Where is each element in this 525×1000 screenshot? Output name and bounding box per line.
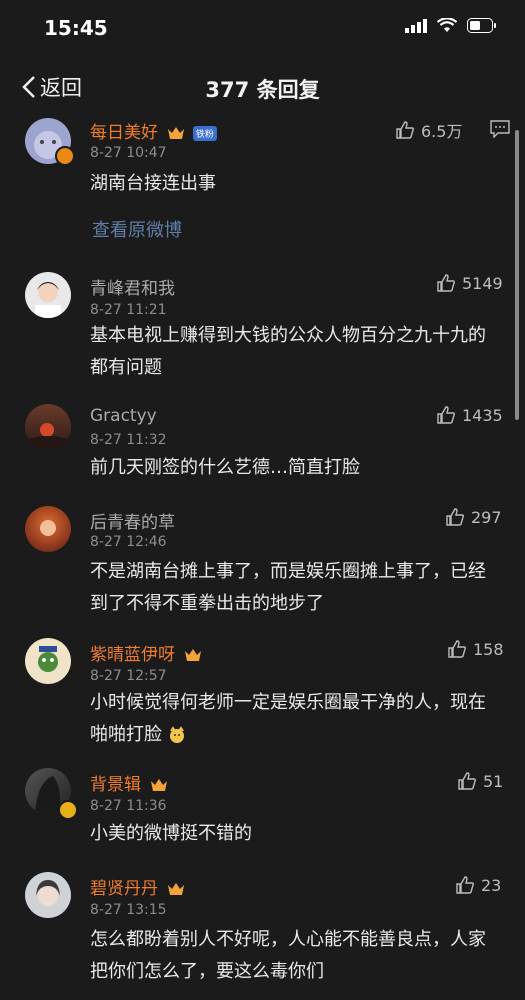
signal-icon xyxy=(405,18,427,33)
crown-icon xyxy=(168,127,185,139)
like-button[interactable]: 1435 xyxy=(436,405,503,425)
username[interactable]: 碧贤丹丹 xyxy=(90,874,185,899)
thumbs-up-icon xyxy=(437,274,456,292)
comment-time: 8-27 12:57 xyxy=(90,668,167,684)
username[interactable]: 背景辑 xyxy=(90,770,168,795)
comment-text: 不是湖南台摊上事了，而是娱乐圈摊上事了，已经到了不得不重拳出击的地步了 xyxy=(90,561,486,614)
like-button[interactable]: 5149 xyxy=(436,273,503,293)
username[interactable]: 每日美好 铁粉 xyxy=(90,118,217,143)
avatar[interactable] xyxy=(25,506,71,552)
avatar[interactable] xyxy=(25,638,71,684)
username[interactable]: 后青春的草 xyxy=(90,508,175,533)
comment-time: 8-27 10:47 xyxy=(90,145,167,161)
like-button[interactable]: 51 xyxy=(457,771,503,791)
emoji-face-icon xyxy=(169,726,184,743)
like-count: 158 xyxy=(473,639,504,659)
battery-icon xyxy=(467,18,496,33)
top-comment: 每日美好 铁粉 6.5万 8-27 10:47 湖南台接连出事 查看原微博 xyxy=(0,118,525,258)
comment-time: 8-27 13:15 xyxy=(90,902,167,918)
crown-icon xyxy=(151,779,168,791)
comment-time: 8-27 11:21 xyxy=(90,302,167,318)
nav-header: 返回 377 条回复 xyxy=(0,58,525,118)
comment-text: 小美的微博挺不错的 xyxy=(90,823,252,844)
like-button[interactable]: 297 xyxy=(445,507,502,527)
username[interactable]: Gractyy xyxy=(90,406,157,426)
comment-text: 怎么都盼着别人不好呢，人心能不能善良点，人家把你们怎么了，要这么毒你们 xyxy=(90,929,486,982)
thumbs-up-icon xyxy=(396,121,415,139)
like-count: 1435 xyxy=(462,405,503,425)
like-count: 51 xyxy=(483,771,504,791)
status-bar: 15:45 xyxy=(0,0,525,58)
username[interactable]: 紫晴蓝伊呀 xyxy=(90,640,202,665)
comment-text: 小时候觉得何老师一定是娱乐圈最干净的人，现在啪啪打脸 xyxy=(90,692,486,745)
avatar[interactable] xyxy=(25,872,71,918)
page-title: 377 条回复 xyxy=(205,78,320,102)
thumbs-up-icon xyxy=(458,772,477,790)
comment-item: Gractyy 1435 8-27 11:32 前几天刚签的什么艺德…简直打脸 xyxy=(0,404,525,494)
like-count: 297 xyxy=(471,507,502,527)
status-icons xyxy=(405,18,497,33)
comment-text: 前几天刚签的什么艺德…简直打脸 xyxy=(90,457,360,478)
comment-text: 湖南台接连出事 xyxy=(90,173,216,194)
crown-icon xyxy=(185,649,202,661)
comment-item: 紫晴蓝伊呀 158 8-27 12:57 小时候觉得何老师一定是娱乐圈最干净的人… xyxy=(0,638,525,748)
username[interactable]: 青峰君和我 xyxy=(90,274,175,299)
thumbs-up-icon xyxy=(456,876,475,894)
fan-badge: 铁粉 xyxy=(192,125,217,141)
thumbs-up-icon xyxy=(448,640,467,658)
comment-time: 8-27 12:46 xyxy=(90,534,167,550)
like-button[interactable]: 158 xyxy=(447,639,504,659)
like-count: 23 xyxy=(481,875,502,895)
thumbs-up-icon xyxy=(446,508,465,526)
verified-badge-icon xyxy=(55,146,75,166)
like-button[interactable]: 6.5万 xyxy=(395,118,462,142)
like-count: 5149 xyxy=(462,273,503,293)
avatar[interactable] xyxy=(25,404,71,450)
like-count: 6.5万 xyxy=(421,122,463,141)
comment-item: 后青春的草 297 8-27 12:46 不是湖南台摊上事了，而是娱乐圈摊上事了… xyxy=(0,506,525,616)
comment-time: 8-27 11:36 xyxy=(90,798,167,814)
comment-time: 8-27 11:32 xyxy=(90,432,167,448)
status-time: 15:45 xyxy=(44,16,108,40)
verified-badge-icon xyxy=(58,800,78,820)
avatar[interactable] xyxy=(25,272,71,318)
like-button[interactable]: 23 xyxy=(455,875,501,895)
comment-icon[interactable] xyxy=(490,120,510,138)
thumbs-up-icon xyxy=(437,406,456,424)
comment-text: 基本电视上赚得到大钱的公众人物百分之九十九的都有问题 xyxy=(90,325,486,378)
comment-item: 背景辑 51 8-27 11:36 小美的微博挺不错的 xyxy=(0,768,525,858)
crown-icon xyxy=(168,883,185,895)
comment-item: 碧贤丹丹 23 8-27 13:15 怎么都盼着别人不好呢，人心能不能善良点，人… xyxy=(0,872,525,987)
comment-item: 青峰君和我 5149 8-27 11:21 基本电视上赚得到大钱的公众人物百分之… xyxy=(0,272,525,382)
wifi-icon xyxy=(437,18,457,32)
view-original-link[interactable]: 查看原微博 xyxy=(92,216,182,242)
